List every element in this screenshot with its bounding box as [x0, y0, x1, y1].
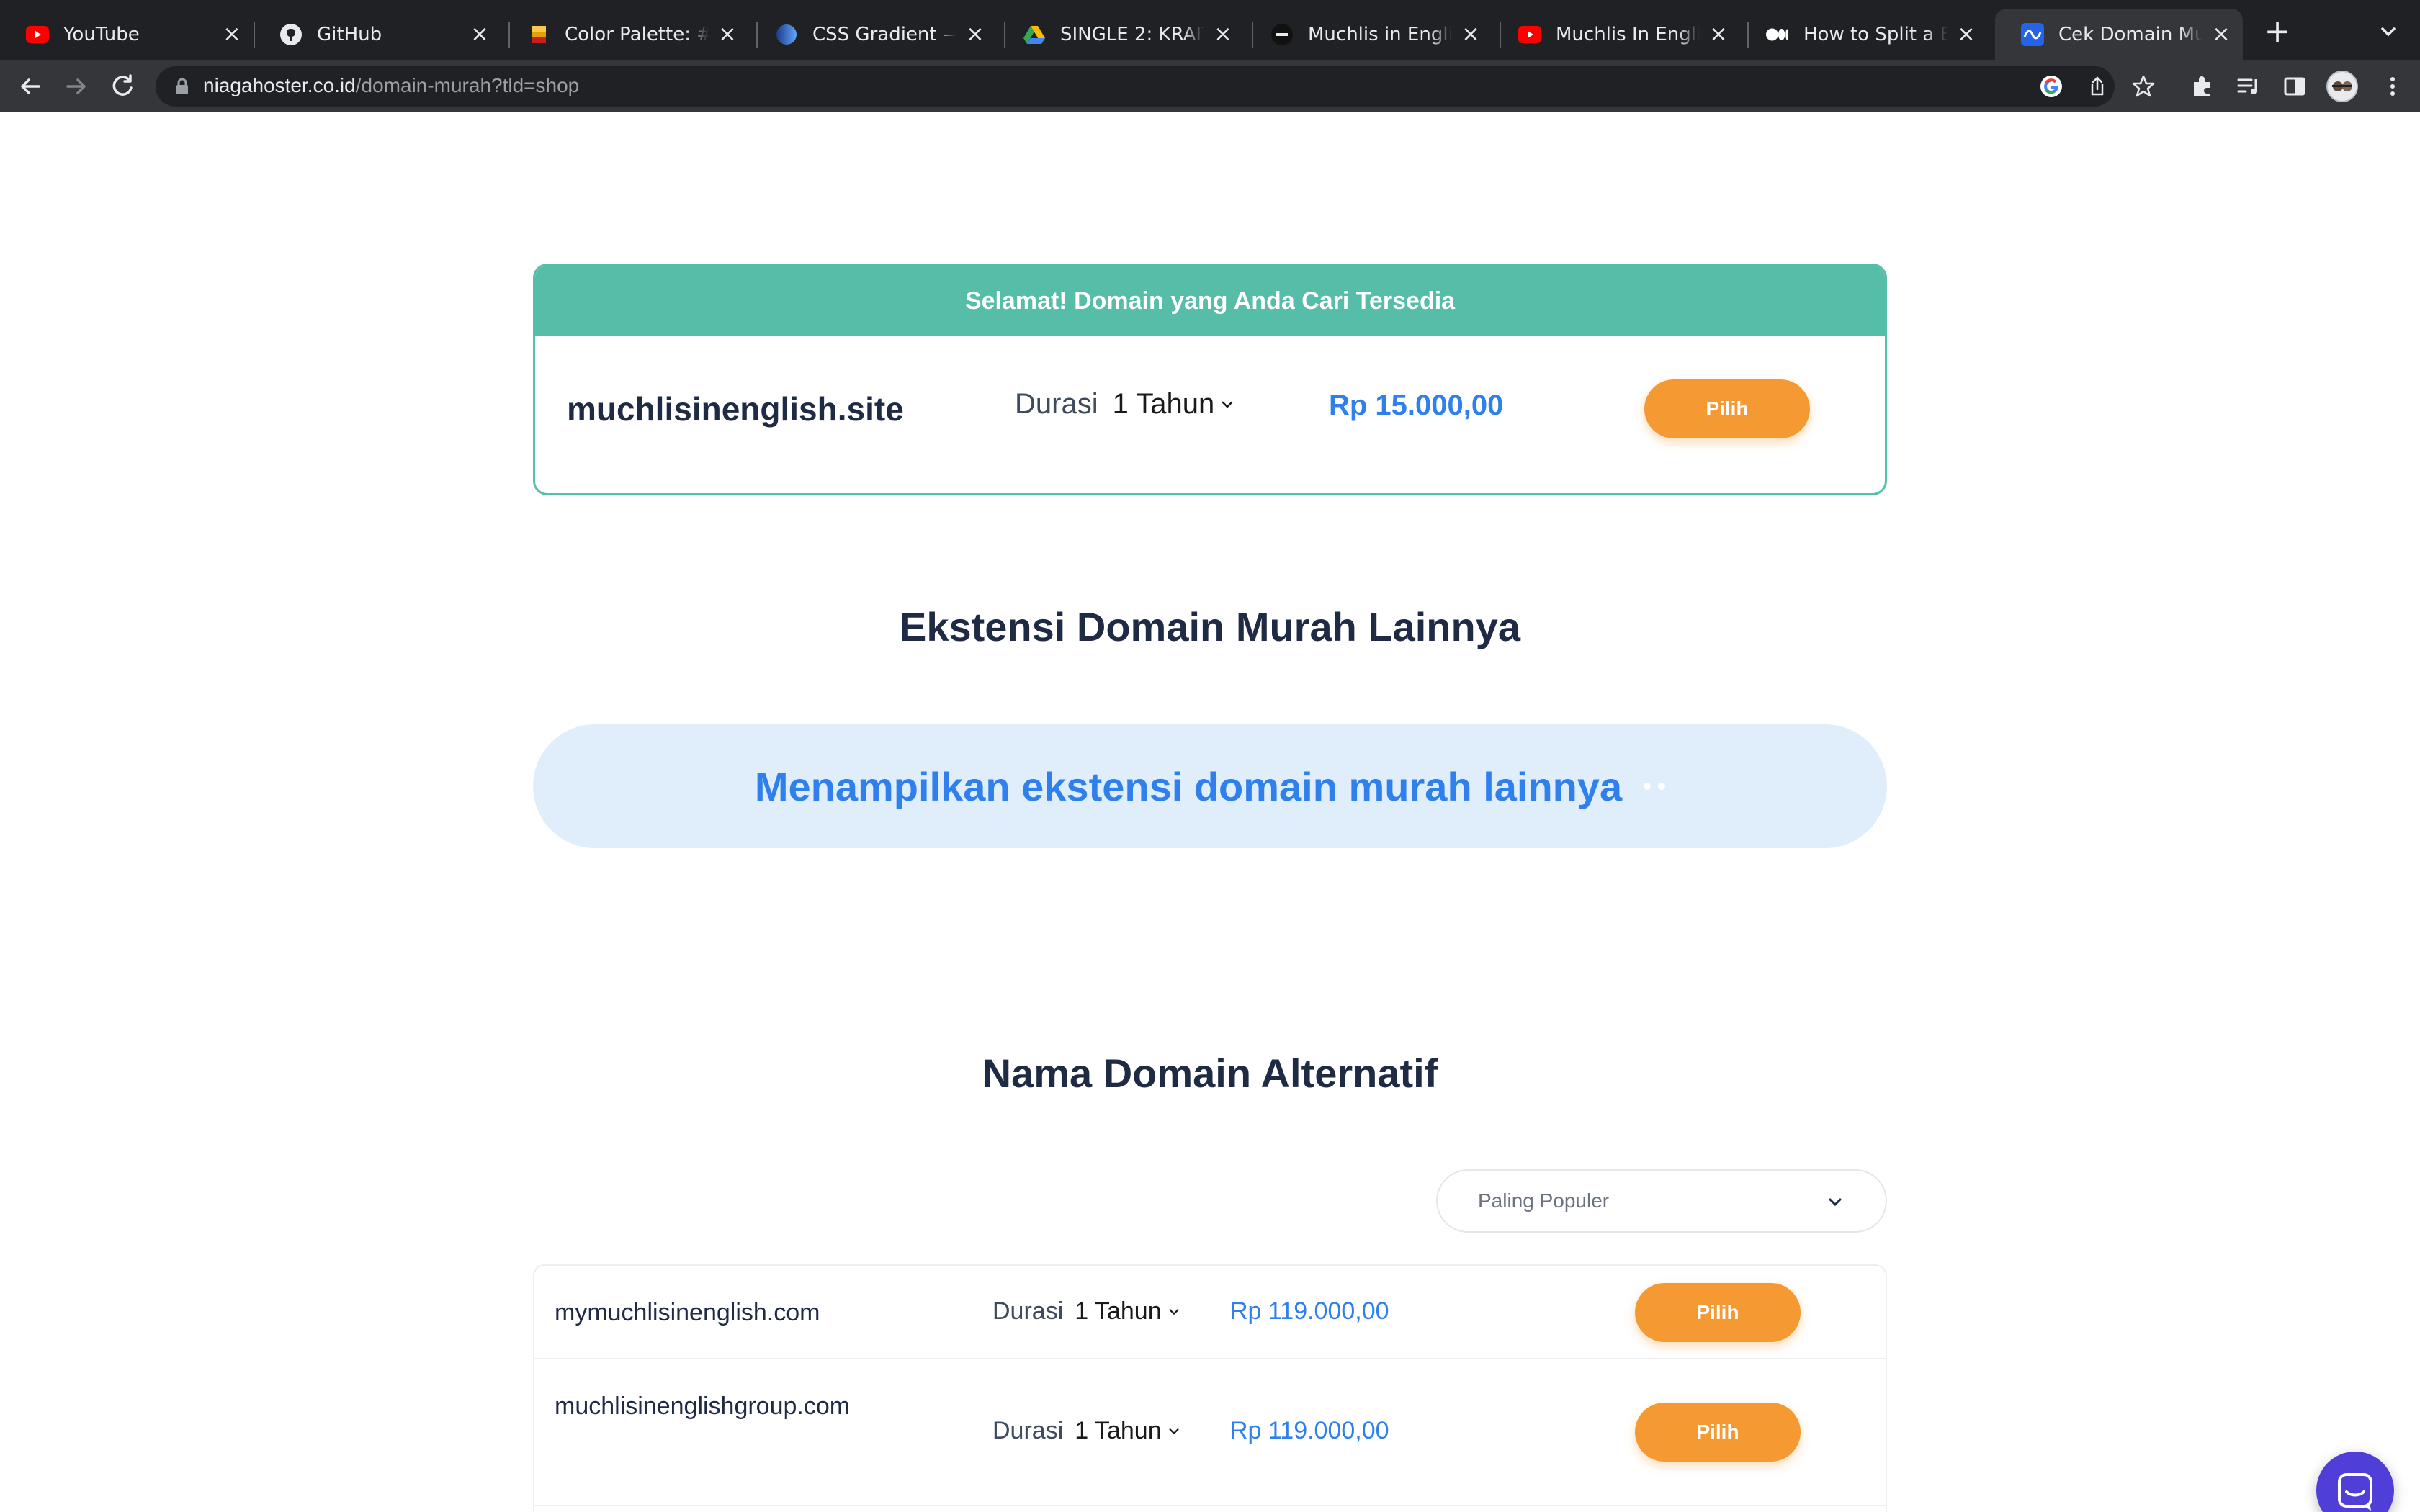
durasi-value: 1 Tahun [1075, 1417, 1162, 1444]
browser-tab-github[interactable]: GitHub × [254, 9, 501, 60]
durasi-select[interactable]: 1 Tahun [1113, 388, 1235, 420]
tab-title: Cek Domain Murah [2058, 24, 2202, 45]
tab-title: Muchlis In English [1556, 24, 1700, 45]
niagahoster-icon [2021, 23, 2044, 46]
close-icon[interactable]: × [964, 23, 987, 46]
gradient-icon [775, 23, 798, 46]
address-bar[interactable]: niagahoster.co.id/domain-murah?tld=shop [156, 66, 2155, 107]
tab-title: YouTube [63, 24, 140, 45]
google-icon[interactable] [2038, 73, 2064, 99]
extensions-puzzle-icon[interactable] [2187, 71, 2218, 102]
alternative-domain-list: mymuchlisinenglish.com Durasi 1 Tahun Rp… [533, 1264, 1887, 1512]
page-content: Selamat! Domain yang Anda Cari Tersedia … [0, 112, 2420, 1512]
alt-domain-name: mymuchlisinenglish.com [555, 1299, 820, 1326]
browser-toolbar: niagahoster.co.id/domain-murah?tld=shop [0, 60, 2420, 112]
browser-tab-strip: YouTube × GitHub × Color Palette: #142 ×… [0, 0, 2420, 60]
sort-select[interactable]: Paling Populer [1436, 1169, 1887, 1233]
durasi-value: 1 Tahun [1112, 388, 1215, 420]
durasi-select[interactable]: 1 Tahun [1075, 1417, 1180, 1445]
browser-tab-css-gradient[interactable]: CSS Gradient — Ge × [749, 9, 997, 60]
tab-title: GitHub [317, 24, 382, 45]
tab-title: CSS Gradient — Ge [812, 24, 956, 45]
close-icon[interactable]: × [1459, 23, 1482, 46]
palette-icon [527, 23, 550, 46]
pilih-button[interactable]: Pilih [1635, 1403, 1801, 1462]
youtube-icon [1518, 23, 1541, 46]
loading-spinner [1644, 783, 1666, 790]
durasi-group: Durasi 1 Tahun [992, 1417, 1180, 1445]
close-icon[interactable]: × [468, 23, 491, 46]
durasi-group: Durasi 1 Tahun [1015, 388, 1234, 420]
tab-title: SINGLE 2: KRAIT (2 [1060, 24, 1204, 45]
durasi-group: Durasi 1 Tahun [992, 1297, 1180, 1326]
browser-tab-youtube[interactable]: YouTube × [0, 9, 254, 60]
youtube-icon [26, 23, 49, 46]
forward-arrow-icon[interactable] [60, 71, 92, 102]
back-arrow-icon[interactable] [14, 71, 46, 102]
url-text: niagahoster.co.id/domain-murah?tld=shop [203, 74, 580, 96]
close-icon[interactable]: × [1707, 23, 1730, 46]
pilih-button[interactable]: Pilih [1635, 1283, 1801, 1342]
alt-price: Rp 119.000,00 [1230, 1417, 1389, 1444]
browser-tab-medium[interactable]: How to Split a Back × [1740, 9, 1988, 60]
browser-tab-cek-domain[interactable]: Cek Domain Murah × [1995, 9, 2243, 60]
alt-domain-name: muchlisinenglishgroup.com [555, 1392, 851, 1420]
durasi-select[interactable]: 1 Tahun [1075, 1297, 1180, 1326]
result-domain-name: muchlisinenglish.site [567, 390, 904, 428]
browser-tab-youtube-channel[interactable]: Muchlis In English × [1492, 9, 1740, 60]
durasi-label: Durasi [992, 1417, 1064, 1444]
channel-icon [1270, 23, 1294, 46]
reload-icon[interactable] [107, 71, 138, 102]
list-item: mymuchlisinenglish.com Durasi 1 Tahun Rp… [534, 1266, 1886, 1359]
tab-search-chevron-icon[interactable] [2374, 17, 2403, 46]
domain-result-card: Selamat! Domain yang Anda Cari Tersedia … [533, 264, 1887, 495]
chat-icon [2338, 1473, 2372, 1511]
browser-tab-drive[interactable]: SINGLE 2: KRAIT (2 × [997, 9, 1245, 60]
side-panel-icon[interactable] [2279, 71, 2311, 102]
media-control-icon[interactable] [2233, 71, 2264, 102]
chat-launcher-button[interactable] [2316, 1452, 2394, 1512]
sort-value: Paling Populer [1478, 1189, 1610, 1212]
extensions-loading-banner: Menampilkan ekstensi domain murah lainny… [533, 724, 1887, 848]
browser-tab-color-palette[interactable]: Color Palette: #142 × [501, 9, 749, 60]
alt-price: Rp 119.000,00 [1230, 1297, 1389, 1325]
bookmark-star-icon[interactable] [2130, 73, 2156, 99]
drive-icon [1023, 23, 1046, 46]
medium-icon [1766, 23, 1789, 46]
result-price: Rp 15.000,00 [1329, 390, 1504, 421]
profile-avatar[interactable] [2326, 71, 2358, 102]
durasi-label: Durasi [992, 1297, 1064, 1325]
lock-icon[interactable] [173, 77, 192, 96]
tab-title: Color Palette: #142 [565, 24, 709, 45]
durasi-label: Durasi [1015, 388, 1098, 420]
close-icon[interactable]: × [1211, 23, 1234, 46]
tab-title: How to Split a Back [1803, 24, 1948, 45]
chevron-down-icon [1222, 401, 1233, 408]
alternatives-section-title: Nama Domain Alternatif [982, 1050, 1438, 1096]
new-tab-plus-icon[interactable]: + [2262, 16, 2293, 48]
availability-banner: Selamat! Domain yang Anda Cari Tersedia [535, 266, 1885, 336]
list-item: muchlisinenglishgroup.com Durasi 1 Tahun… [534, 1359, 1886, 1506]
loading-text: Menampilkan ekstensi domain murah lainny… [754, 763, 1623, 809]
extensions-section-title: Ekstensi Domain Murah Lainnya [900, 604, 1520, 649]
close-icon[interactable]: × [2210, 23, 2233, 46]
close-icon[interactable]: × [220, 23, 243, 46]
durasi-value: 1 Tahun [1075, 1297, 1162, 1325]
close-icon[interactable]: × [716, 23, 739, 46]
share-icon[interactable] [2084, 73, 2110, 99]
browser-tab-channel[interactable]: Muchlis in English × [1245, 9, 1492, 60]
close-icon[interactable]: × [1955, 23, 1978, 46]
more-menu-icon[interactable] [2377, 71, 2408, 102]
chevron-down-icon [1169, 1308, 1179, 1315]
pilih-button[interactable]: Pilih [1644, 379, 1810, 438]
tab-title: Muchlis in English [1308, 24, 1452, 45]
chevron-down-icon [1829, 1198, 1842, 1207]
github-icon [279, 23, 302, 46]
chevron-down-icon [1169, 1428, 1179, 1434]
